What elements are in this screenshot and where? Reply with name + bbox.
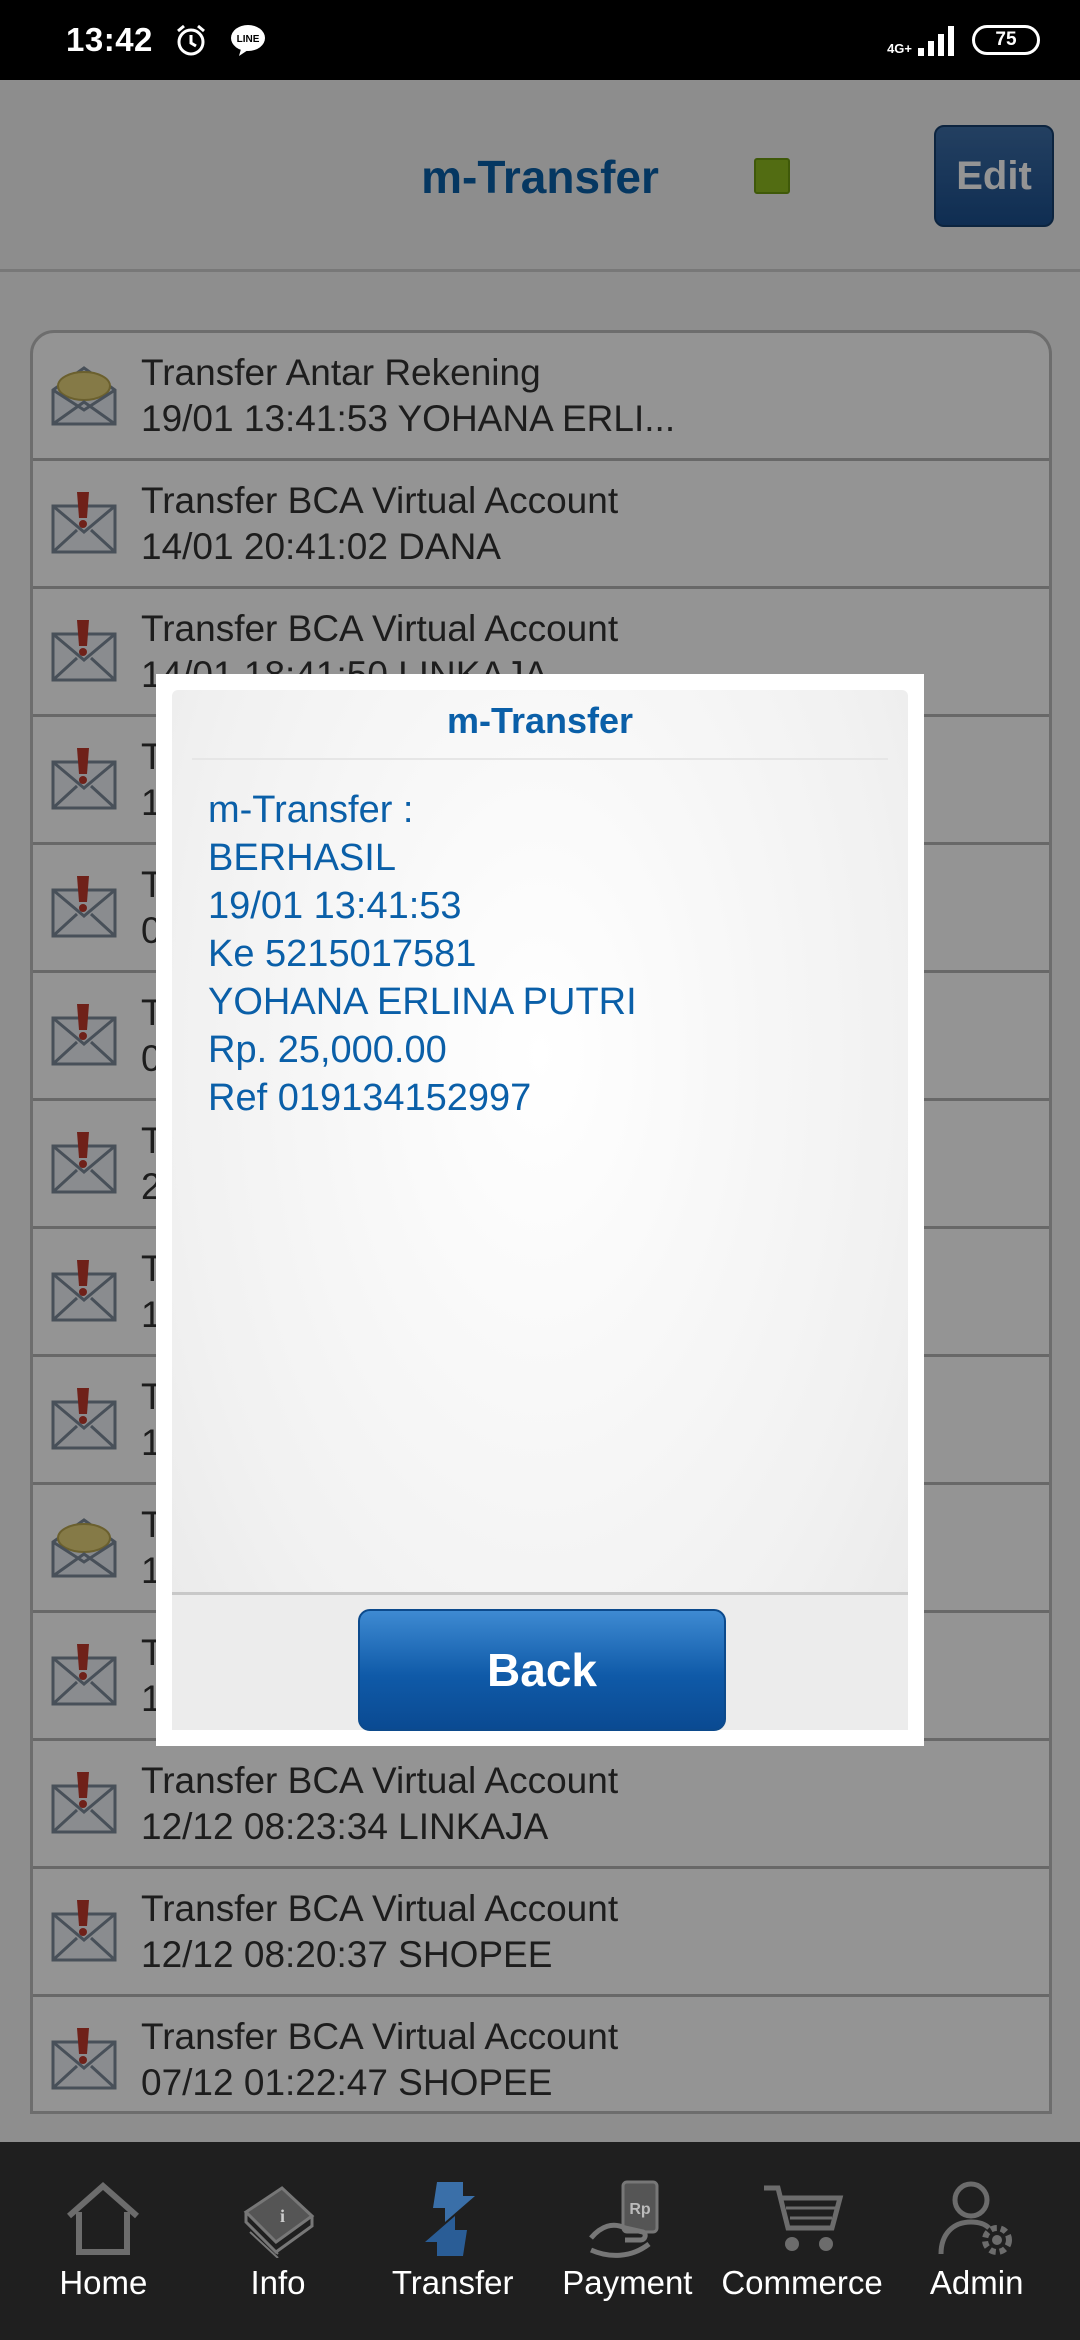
nav-label: Home bbox=[59, 2264, 148, 2301]
battery-icon: 75 bbox=[972, 25, 1040, 55]
nav-home[interactable]: Home bbox=[16, 2178, 191, 2340]
status-bar: 13:42 LINE 4G+ 75 bbox=[0, 0, 1080, 80]
network-type: 4G+ bbox=[887, 41, 912, 56]
result-dialog: m-Transfer m-Transfer : BERHASIL 19/01 1… bbox=[156, 674, 924, 1746]
status-time: 13:42 bbox=[66, 21, 153, 58]
transfer-arrows-icon bbox=[411, 2178, 495, 2258]
payment-hand-icon: Rp bbox=[585, 2178, 669, 2258]
nav-admin[interactable]: Admin bbox=[889, 2178, 1064, 2340]
message-line: m-Transfer : bbox=[208, 789, 414, 831]
message-line: YOHANA ERLINA PUTRI bbox=[208, 981, 637, 1023]
nav-label: Payment bbox=[562, 2264, 693, 2301]
nav-transfer[interactable]: Transfer bbox=[365, 2178, 540, 2340]
home-icon bbox=[61, 2178, 145, 2258]
nav-label: Transfer bbox=[391, 2264, 514, 2301]
message-line: Ref 019134152997 bbox=[208, 1077, 532, 1119]
nav-commerce[interactable]: Commerce bbox=[715, 2178, 890, 2340]
nav-info[interactable]: i Info bbox=[191, 2178, 366, 2340]
message-line: Rp. 25,000.00 bbox=[208, 1029, 447, 1071]
nav-label: Admin bbox=[929, 2264, 1024, 2301]
dialog-footer: Back bbox=[172, 1592, 908, 1731]
svg-text:Rp: Rp bbox=[630, 2201, 652, 2218]
svg-text:i: i bbox=[280, 2206, 285, 2226]
line-app-icon: LINE bbox=[229, 23, 267, 57]
back-button[interactable]: Back bbox=[358, 1609, 726, 1731]
app-screen: 13:42 LINE 4G+ 75 m-Transfer Edit Transf… bbox=[0, 0, 1080, 2340]
cart-icon bbox=[760, 2178, 844, 2258]
bottom-navigation: Home i Info Transfer Rp Payment Commerce bbox=[0, 2142, 1080, 2340]
nav-label: Info bbox=[250, 2264, 306, 2301]
battery-level: 75 bbox=[995, 29, 1017, 50]
svg-text:LINE: LINE bbox=[237, 34, 260, 45]
nav-payment[interactable]: Rp Payment bbox=[540, 2178, 715, 2340]
dialog-title: m-Transfer bbox=[446, 700, 634, 741]
message-line: 19/01 13:41:53 bbox=[208, 885, 462, 927]
message-line: BERHASIL bbox=[208, 837, 396, 879]
dialog-message: m-Transfer : BERHASIL 19/01 13:41:53 Ke … bbox=[208, 786, 637, 1122]
info-book-icon: i bbox=[236, 2178, 320, 2258]
admin-user-gear-icon bbox=[935, 2178, 1019, 2258]
alarm-icon bbox=[173, 22, 209, 58]
dialog-panel: m-Transfer m-Transfer : BERHASIL 19/01 1… bbox=[172, 690, 908, 1731]
message-line: Ke 5215017581 bbox=[208, 933, 477, 975]
signal-icon: 4G+ bbox=[887, 24, 958, 56]
nav-label: Commerce bbox=[721, 2264, 883, 2301]
divider bbox=[192, 758, 888, 760]
